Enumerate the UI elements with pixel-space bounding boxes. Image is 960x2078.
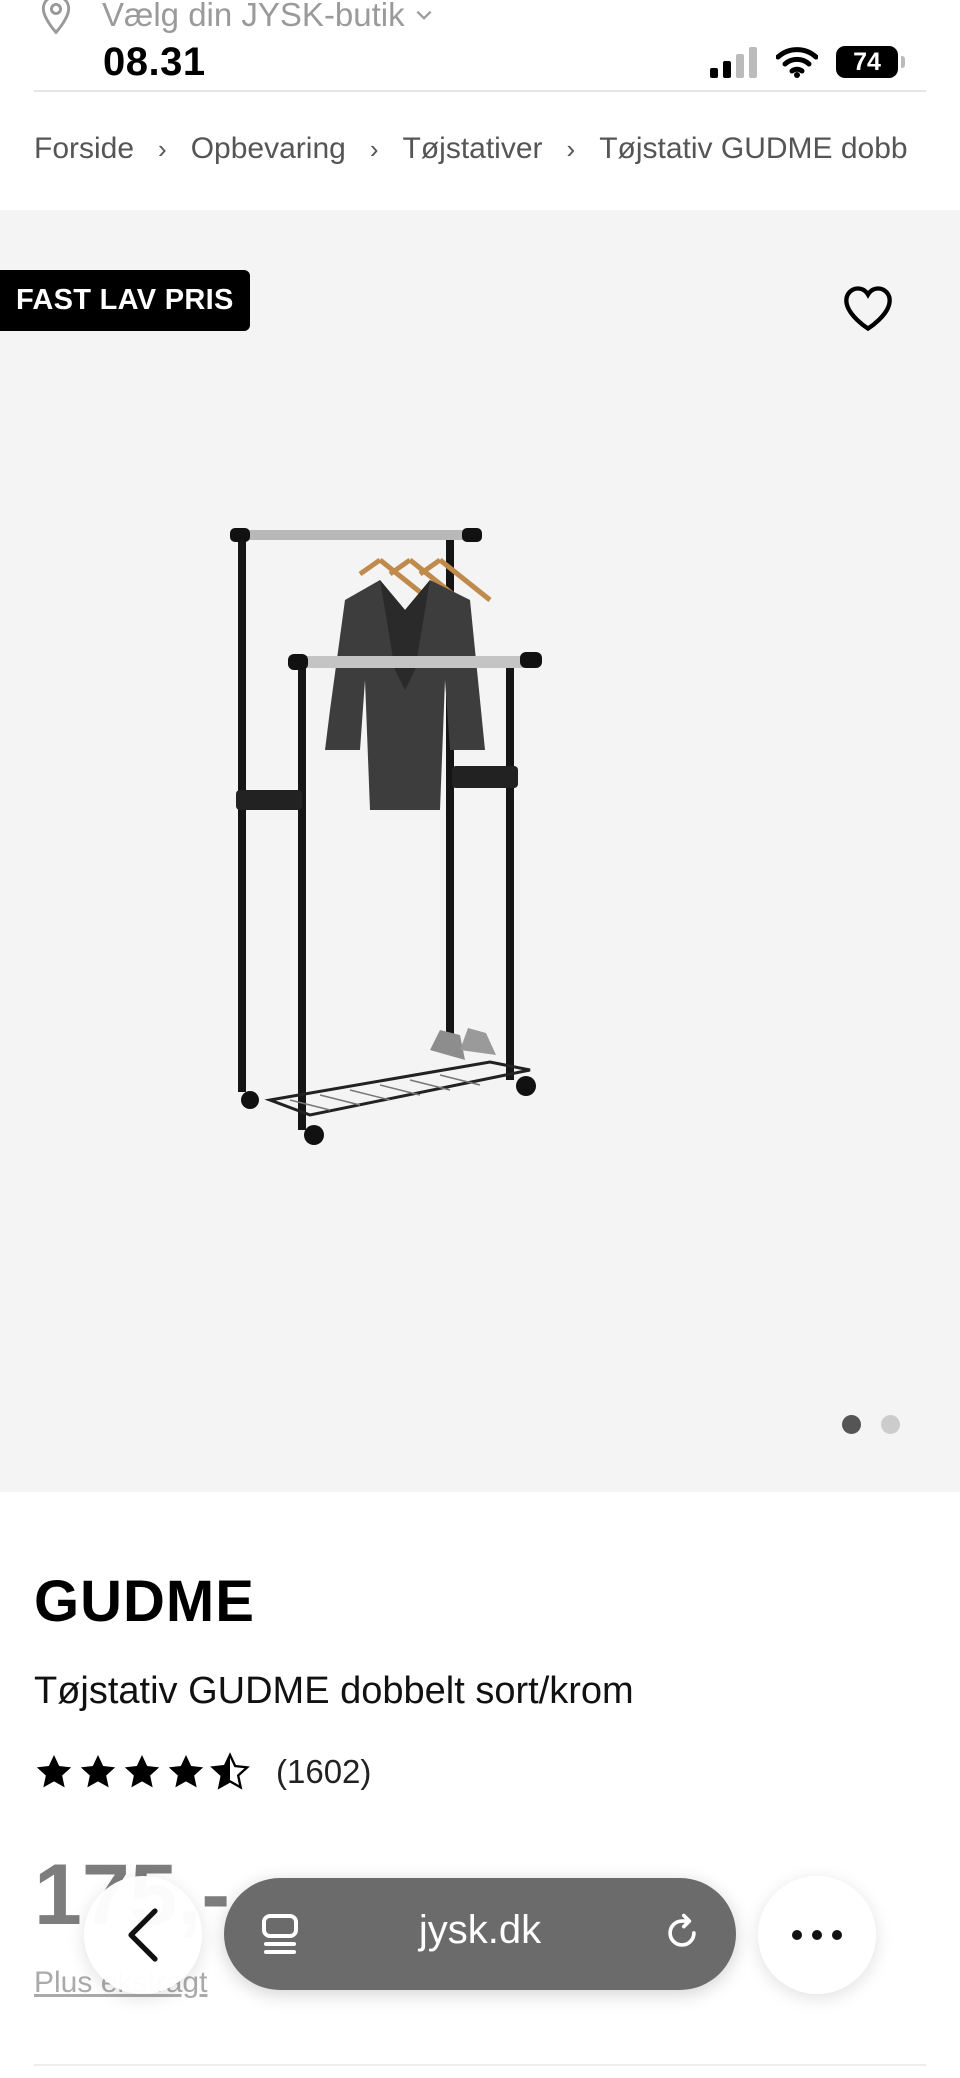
product-name: Tøjstativ GUDME dobbelt sort/krom (34, 1670, 634, 1712)
store-selector[interactable]: Vælg din JYSK-butik (40, 0, 435, 38)
address-bar[interactable]: jysk.dk (224, 1878, 736, 1990)
gallery-pagination (842, 1415, 900, 1434)
product-image (230, 528, 542, 1145)
battery-indicator: 74 (836, 46, 905, 78)
browser-toolbar: jysk.dk (0, 1860, 960, 2000)
review-count[interactable]: (1602) (276, 1753, 371, 1791)
chevron-right-icon: › (158, 133, 167, 164)
gallery-dot-1[interactable] (842, 1415, 861, 1434)
more-options-button[interactable] (758, 1876, 876, 1994)
chevron-right-icon: › (369, 133, 379, 164)
star-full-icon (80, 1755, 116, 1788)
star-full-icon (124, 1755, 160, 1788)
store-selector-label: Vælg din JYSK-butik (102, 0, 405, 33)
product-gallery[interactable]: FAST LAV PRIS (0, 210, 960, 1492)
breadcrumb-item-forside[interactable]: Forside (34, 132, 134, 166)
favorite-heart-icon[interactable] (842, 284, 894, 332)
reload-icon[interactable] (660, 1910, 704, 1956)
star-full-icon (168, 1755, 204, 1788)
product-rating[interactable]: (1602) (34, 1752, 371, 1792)
ellipsis-icon (792, 1930, 842, 1940)
clock: 08.31 (103, 40, 206, 84)
breadcrumb: Forside › Opbevaring › Tøjstativer › Tøj… (34, 132, 934, 166)
star-full-icon (36, 1755, 72, 1788)
battery-level: 74 (853, 47, 881, 76)
gallery-dot-2[interactable] (881, 1415, 900, 1434)
signal-icon (710, 47, 757, 78)
product-brand: GUDME (34, 1569, 255, 1634)
status-icons: 74 (710, 46, 905, 78)
breadcrumb-item-tojstativer[interactable]: Tøjstativer (403, 132, 543, 166)
breadcrumb-item-opbevaring[interactable]: Opbevaring (191, 132, 346, 166)
divider (34, 2064, 926, 2066)
location-pin-icon (41, 0, 71, 35)
star-half-icon (210, 1752, 250, 1790)
top-bar: Vælg din JYSK-butik 08.31 74 (0, 0, 960, 92)
wifi-icon (776, 47, 818, 78)
breadcrumb-item-current[interactable]: Tøjstativ GUDME dobb (599, 132, 907, 166)
chevron-left-icon (128, 1908, 158, 1962)
chevron-down-icon (416, 10, 432, 20)
divider (34, 90, 926, 92)
rating-stars (34, 1752, 250, 1792)
chevron-right-icon: › (566, 133, 576, 164)
price-badge: FAST LAV PRIS (0, 270, 250, 331)
back-button[interactable] (84, 1876, 202, 1994)
